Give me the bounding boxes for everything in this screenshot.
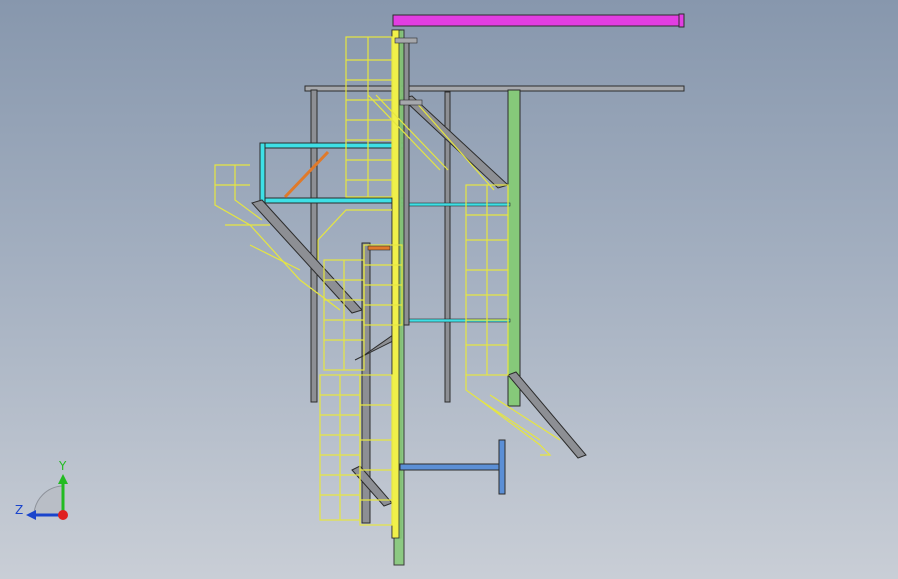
orientation-triad: Y Z: [15, 459, 68, 520]
triad-quadrant: [33, 485, 63, 515]
z-axis-label: Z: [15, 503, 23, 517]
z-axis-arrowhead: [26, 510, 36, 520]
cad-viewport[interactable]: Y Z: [0, 0, 898, 579]
y-axis-arrowhead: [58, 474, 68, 484]
x-axis-point: [58, 510, 68, 520]
y-axis-label: Y: [58, 459, 67, 473]
